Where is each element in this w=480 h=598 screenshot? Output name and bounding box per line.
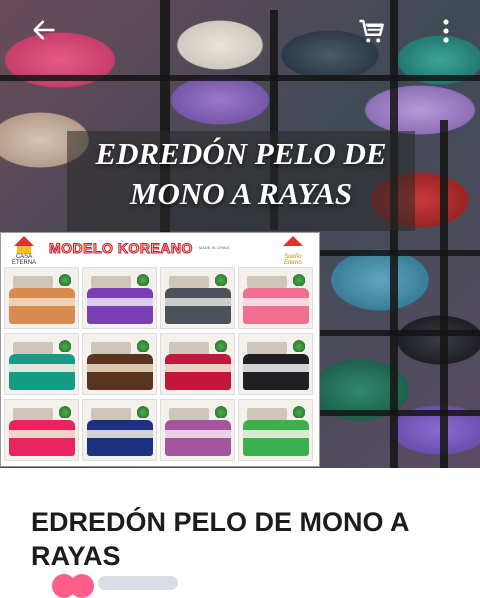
- bedding-thumbnail: [238, 399, 313, 461]
- plant-icon: [293, 272, 305, 286]
- brand-left-label: CASA ETERNA: [11, 254, 37, 266]
- comforter: [9, 288, 75, 324]
- bag-strap: [0, 75, 480, 81]
- house-icon-base: [17, 246, 31, 254]
- comforter: [87, 288, 153, 324]
- rating-badge: [38, 574, 178, 598]
- comforter-stripe: [165, 364, 231, 372]
- comforter: [165, 420, 231, 456]
- comforter-stripe: [9, 430, 75, 438]
- brand-right-label: Sueño Eterno: [284, 254, 302, 266]
- bedding-thumbnail: [160, 333, 235, 395]
- bag-strap: [320, 250, 480, 256]
- bedding-thumbnail: [82, 399, 157, 461]
- shopping-cart-icon[interactable]: [357, 16, 387, 46]
- plant-icon: [215, 272, 227, 286]
- catalog-image: CASA ETERNA MODELO KOREANO MADE IN CHINA…: [0, 232, 320, 467]
- bedding-thumbnail: [238, 333, 313, 395]
- plant-icon: [137, 272, 149, 286]
- pillow: [91, 276, 131, 288]
- bedding-thumbnail: [82, 267, 157, 329]
- bedding-thumbnail: [82, 333, 157, 395]
- comforter-stripe: [165, 430, 231, 438]
- comforter-stripe: [243, 364, 309, 372]
- bedding-thumbnail: [4, 267, 79, 329]
- pillow: [169, 408, 209, 420]
- bedding-thumbnail: [160, 267, 235, 329]
- pillow: [169, 342, 209, 354]
- bedding-thumbnail: [4, 333, 79, 395]
- more-vertical-icon[interactable]: [436, 16, 456, 46]
- comforter: [87, 354, 153, 390]
- comforter: [9, 354, 75, 390]
- bag-strap: [320, 410, 480, 416]
- plant-icon: [215, 338, 227, 352]
- bag-strap: [440, 120, 448, 468]
- bag-strap: [320, 330, 480, 336]
- catalog-header: CASA ETERNA MODELO KOREANO MADE IN CHINA…: [1, 233, 319, 266]
- plant-icon: [215, 404, 227, 418]
- catalog-title: MODELO KOREANO: [49, 240, 193, 257]
- plant-icon: [59, 404, 71, 418]
- comforter-stripe: [165, 298, 231, 306]
- comforter: [165, 288, 231, 324]
- comforter: [243, 288, 309, 324]
- pillow: [91, 342, 131, 354]
- product-title: EDREDÓN PELO DE MONO A RAYAS: [31, 507, 409, 571]
- pillow: [247, 276, 287, 288]
- plant-icon: [59, 338, 71, 352]
- comforter-stripe: [87, 298, 153, 306]
- comforter: [243, 420, 309, 456]
- pillow: [91, 408, 131, 420]
- comforter-stripe: [9, 298, 75, 306]
- comforter: [243, 354, 309, 390]
- comforter-stripe: [243, 298, 309, 306]
- house-icon: [282, 236, 303, 246]
- bedding-thumbnail: [238, 267, 313, 329]
- comforter: [165, 354, 231, 390]
- comforter-stripe: [87, 430, 153, 438]
- brand-logo-left: CASA ETERNA: [5, 234, 43, 266]
- badge-pill: [98, 576, 178, 590]
- pillow: [13, 342, 53, 354]
- comforter: [9, 420, 75, 456]
- title-overlay: EDREDÓN PELO DE MONO A RAYAS: [67, 134, 415, 214]
- pillow: [13, 276, 53, 288]
- plant-icon: [293, 404, 305, 418]
- plant-icon: [137, 338, 149, 352]
- plant-icon: [137, 404, 149, 418]
- pillow: [247, 342, 287, 354]
- house-icon: [14, 236, 34, 246]
- comforter: [87, 420, 153, 456]
- arrow-left-icon[interactable]: [30, 16, 58, 44]
- comforter-stripe: [243, 430, 309, 438]
- brand-logo-right: Sueño Eterno: [275, 234, 311, 266]
- pillow: [247, 408, 287, 420]
- plant-icon: [293, 338, 305, 352]
- bag-strap: [390, 0, 398, 468]
- badge-dot: [70, 574, 94, 598]
- pillow: [13, 408, 53, 420]
- title-overlay-line-2: MONO A RAYAS: [129, 176, 353, 211]
- bedding-thumbnail: [4, 399, 79, 461]
- catalog-made-in: MADE IN CHINA: [198, 245, 230, 250]
- title-overlay-line-1: EDREDÓN PELO DE: [95, 136, 387, 171]
- catalog-grid: [4, 267, 316, 461]
- plant-icon: [59, 272, 71, 286]
- comforter-stripe: [9, 364, 75, 372]
- comforter-stripe: [87, 364, 153, 372]
- bedding-thumbnail: [160, 399, 235, 461]
- product-hero-image[interactable]: EDREDÓN PELO DE MONO A RAYAS CASA ETERNA…: [0, 0, 480, 468]
- pillow: [169, 276, 209, 288]
